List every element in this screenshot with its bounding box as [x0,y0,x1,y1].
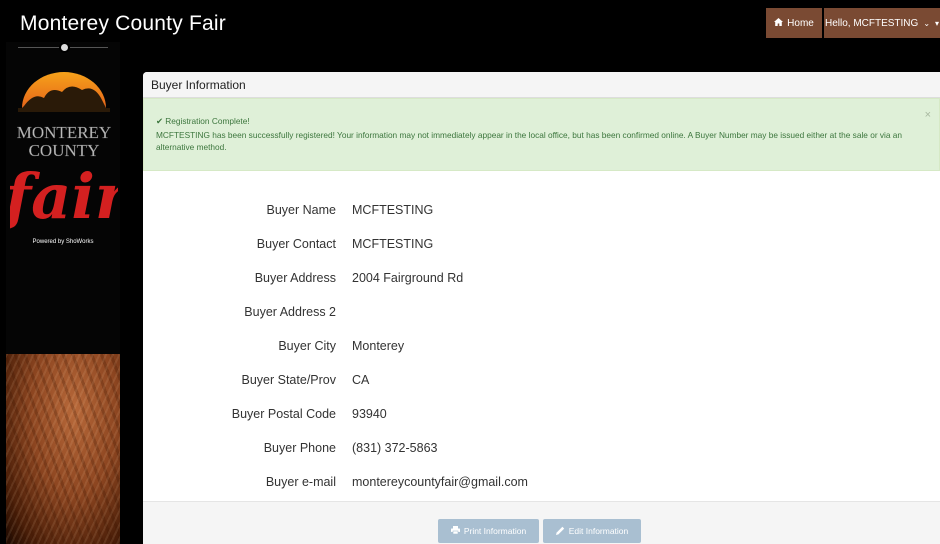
field-buyer-state: Buyer State/Prov CA [143,373,940,393]
chevron-down-icon: ⌄ [923,18,931,28]
field-label: Buyer e-mail [265,475,336,489]
edit-label: Edit Information [568,526,629,536]
print-icon [450,526,460,536]
close-icon[interactable]: × [925,109,931,121]
alert-title: Registration Complete! [165,116,250,126]
logo-word-monterey: MONTEREY [17,123,111,142]
logo-word-county: COUNTY [29,141,100,160]
field-buyer-postal-code: Buyer Postal Code 93940 [143,407,940,427]
field-value: Monterey [352,339,405,353]
top-navbar: Monterey County Fair Home Hello, MCFTEST… [6,4,940,42]
field-value: MCFTESTING [352,203,434,217]
panel-title: Buyer Information [143,72,940,98]
field-buyer-city: Buyer City Monterey [143,339,940,359]
field-value: 2004 Fairground Rd [352,271,464,285]
print-label: Print Information [463,526,527,536]
field-label: Buyer State/Prov [241,373,337,387]
field-buyer-address: Buyer Address 2004 Fairground Rd [143,271,940,291]
success-alert: ✔ Registration Complete! MCFTESTING has … [143,98,940,171]
site-title[interactable]: Monterey County Fair [20,12,226,36]
field-label: Buyer Postal Code [231,407,336,421]
field-buyer-email: Buyer e-mail montereycountyfair@gmail.co… [143,475,940,495]
panel-footer: Print Information Edit Information [143,501,940,544]
field-label: Buyer City [278,339,336,353]
field-value: 93940 [352,407,387,421]
field-buyer-phone: Buyer Phone (831) 372-5863 [143,441,940,461]
edit-information-button[interactable]: Edit Information [543,519,641,543]
check-icon: ✔ [156,116,163,126]
home-icon [774,17,784,29]
background-photo [6,354,120,544]
home-button[interactable]: Home [766,8,822,38]
field-label: Buyer Address [254,271,336,285]
field-buyer-name: Buyer Name MCFTESTING [143,203,940,223]
alert-title-line: ✔ Registration Complete! [156,115,927,127]
buyer-info-panel: Buyer Information ✔ Registration Complet… [143,72,940,544]
fair-logo: MONTEREY COUNTY fair [10,72,118,233]
sidebar: MONTEREY COUNTY fair Powered by ShoWorks [6,42,120,544]
field-value: (831) 372-5863 [352,441,438,455]
home-label: Home [787,17,814,29]
field-buyer-address-2: Buyer Address 2 [143,305,940,325]
field-value: MCFTESTING [352,237,434,251]
powered-by-text: Powered by ShoWorks [32,239,94,245]
field-label: Buyer Phone [263,441,336,455]
caret-down-icon: ▾ [935,18,940,28]
field-value: CA [352,373,370,387]
field-buyer-contact: Buyer Contact MCFTESTING [143,237,940,257]
sidebar-toggle[interactable] [59,42,70,53]
field-label: Buyer Contact [256,237,336,251]
user-label: Hello, MCFTESTING [824,17,919,29]
field-label: Buyer Address 2 [244,305,336,319]
field-label: Buyer Name [266,203,336,217]
field-value: montereycountyfair@gmail.com [352,475,528,489]
alert-message: MCFTESTING has been successfully registe… [156,130,903,152]
print-information-button[interactable]: Print Information [438,519,539,543]
pencil-icon [555,526,565,537]
user-menu-button[interactable]: Hello, MCFTESTING ⌄ ▾ [824,8,940,38]
logo-word-fair: fair [10,160,118,233]
